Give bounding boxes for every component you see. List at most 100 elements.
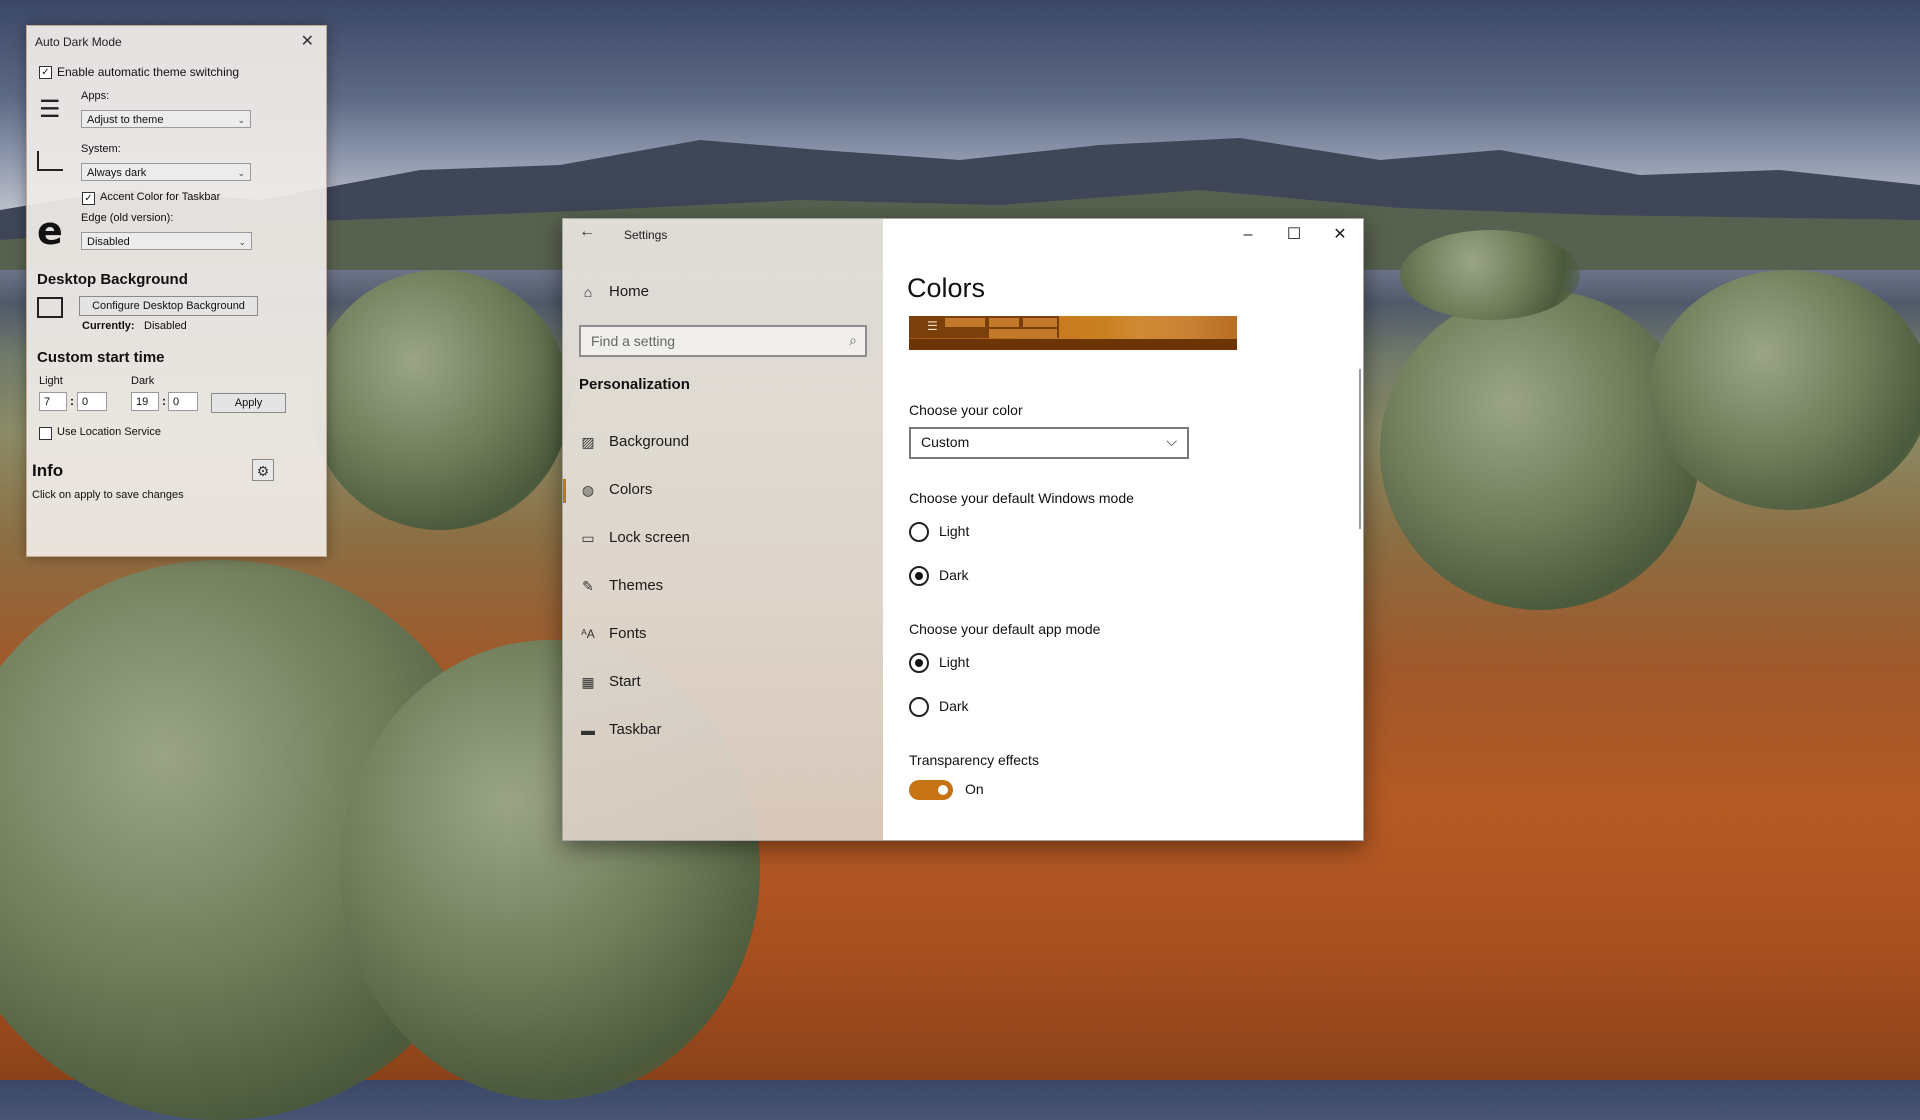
windows-mode-dark-radio[interactable] bbox=[909, 566, 929, 586]
nav-home[interactable]: ⌂ Home bbox=[563, 273, 883, 313]
nav-item-label: Taskbar bbox=[609, 721, 662, 738]
nav-item-taskbar[interactable]: ▬ Taskbar bbox=[563, 711, 883, 751]
preview-tile bbox=[989, 329, 1057, 338]
accent-taskbar-checkbox[interactable]: ✓ bbox=[82, 192, 95, 205]
currently-value: Disabled bbox=[144, 320, 187, 332]
settings-gear-icon[interactable]: ⚙ bbox=[252, 459, 274, 481]
window-title: Auto Dark Mode bbox=[35, 35, 122, 49]
nav-item-label: Lock screen bbox=[609, 529, 690, 546]
light-time-label: Light bbox=[39, 375, 63, 387]
choose-color-value: Custom bbox=[921, 434, 970, 450]
dark-minute-input[interactable]: 0 bbox=[168, 392, 198, 411]
nav-item-start[interactable]: ▦ Start bbox=[563, 663, 883, 703]
taskbar-icon: ▬ bbox=[581, 722, 595, 738]
nav-item-colors[interactable]: ◍ Colors bbox=[563, 471, 883, 511]
time-separator: : bbox=[162, 394, 166, 408]
nav-item-background[interactable]: ▨ Background bbox=[563, 423, 883, 463]
nav-home-label: Home bbox=[609, 283, 650, 300]
apps-combo[interactable]: Adjust to theme ⌄ bbox=[81, 110, 251, 128]
picture-icon bbox=[37, 297, 63, 318]
enable-switching-checkbox[interactable]: ✓ bbox=[39, 66, 52, 79]
olive-tree bbox=[310, 270, 570, 530]
time-separator: : bbox=[70, 394, 74, 408]
nav-section-heading: Personalization bbox=[579, 376, 690, 393]
olive-tree bbox=[1400, 230, 1580, 320]
light-minute-input[interactable]: 0 bbox=[77, 392, 107, 411]
olive-tree bbox=[1380, 290, 1700, 610]
dark-hour-input[interactable]: 19 bbox=[131, 392, 159, 411]
choose-color-label: Choose your color bbox=[909, 402, 1023, 418]
nav-item-label: Fonts bbox=[609, 625, 647, 642]
themes-icon: ✎ bbox=[582, 578, 594, 594]
chevron-down-icon: ⌄ bbox=[237, 168, 245, 178]
edge-combo[interactable]: Disabled ⌄ bbox=[81, 232, 252, 250]
preview-tile bbox=[1023, 318, 1057, 327]
accent-taskbar-label: Accent Color for Taskbar bbox=[100, 191, 221, 203]
chevron-down-icon: ⌵ bbox=[1166, 433, 1177, 449]
nav-item-fonts[interactable]: ᴬA Fonts bbox=[563, 615, 883, 655]
page-title: Colors bbox=[907, 273, 986, 303]
enable-switching-label: Enable automatic theme switching bbox=[57, 65, 240, 79]
system-combo-value: Always dark bbox=[87, 167, 147, 179]
home-icon: ⌂ bbox=[583, 284, 593, 300]
apps-label: Apps: bbox=[81, 90, 110, 102]
search-placeholder: Find a setting bbox=[591, 333, 676, 349]
custom-start-heading: Custom start time bbox=[37, 349, 165, 366]
transparency-label: Transparency effects bbox=[909, 752, 1039, 768]
image-icon: ▨ bbox=[581, 434, 595, 450]
nav-item-label: Colors bbox=[609, 481, 653, 498]
minimize-icon[interactable]: – bbox=[1225, 219, 1271, 251]
system-label: System: bbox=[81, 143, 121, 155]
windows-mode-light-label: Light bbox=[939, 523, 970, 539]
light-hour-input[interactable]: 7 bbox=[39, 392, 67, 411]
close-icon[interactable]: ✕ bbox=[1317, 219, 1363, 251]
find-setting-search[interactable]: Find a setting ⌕ bbox=[579, 325, 867, 357]
scrollbar[interactable] bbox=[1359, 369, 1361, 529]
fonts-icon: ᴬA bbox=[581, 627, 595, 641]
transparency-toggle[interactable] bbox=[909, 780, 953, 800]
maximize-icon[interactable]: ☐ bbox=[1271, 219, 1317, 251]
system-monitor-icon bbox=[37, 151, 63, 171]
configure-desktop-background-button[interactable]: Configure Desktop Background bbox=[79, 296, 258, 316]
search-icon: ⌕ bbox=[849, 332, 857, 348]
settings-nav-pane: ← Settings ⌂ Home Find a setting ⌕ Perso… bbox=[563, 219, 883, 840]
apps-list-icon: ☰ bbox=[39, 96, 61, 123]
preview-taskbar bbox=[909, 339, 1237, 350]
theme-preview: ☰ bbox=[909, 316, 1237, 350]
apps-combo-value: Adjust to theme bbox=[87, 114, 164, 126]
back-arrow-icon[interactable]: ← bbox=[579, 223, 595, 241]
chevron-down-icon: ⌄ bbox=[237, 115, 245, 125]
app-mode-dark-radio[interactable] bbox=[909, 697, 929, 717]
radio-selected-dot bbox=[915, 572, 923, 580]
windows-mode-light-radio[interactable] bbox=[909, 522, 929, 542]
app-mode-dark-label: Dark bbox=[939, 698, 969, 714]
app-mode-label: Choose your default app mode bbox=[909, 621, 1101, 637]
system-combo[interactable]: Always dark ⌄ bbox=[81, 163, 251, 181]
location-service-checkbox[interactable] bbox=[39, 427, 52, 440]
choose-color-dropdown[interactable]: Custom ⌵ bbox=[909, 427, 1189, 459]
edge-label: Edge (old version): bbox=[81, 212, 174, 224]
nav-item-label: Start bbox=[609, 673, 641, 690]
location-service-label: Use Location Service bbox=[57, 426, 161, 438]
app-mode-light-label: Light bbox=[939, 654, 970, 670]
olive-tree bbox=[1650, 270, 1920, 510]
currently-label: Currently: bbox=[82, 320, 135, 332]
apply-button[interactable]: Apply bbox=[211, 393, 286, 413]
windows-mode-dark-label: Dark bbox=[939, 567, 969, 583]
nav-item-label: Themes bbox=[609, 577, 664, 594]
palette-icon: ◍ bbox=[581, 482, 595, 498]
selection-indicator bbox=[563, 479, 566, 503]
close-icon[interactable]: ✕ bbox=[301, 31, 314, 51]
nav-item-themes[interactable]: ✎ Themes bbox=[563, 567, 883, 607]
auto-dark-mode-window: Auto Dark Mode ✕ ✓ Enable automatic them… bbox=[26, 25, 327, 557]
edge-logo-icon: e bbox=[37, 209, 63, 253]
toggle-knob bbox=[938, 785, 948, 795]
transparency-state: On bbox=[965, 781, 984, 797]
preview-menu-lines-icon: ☰ bbox=[927, 319, 938, 333]
nav-item-lock-screen[interactable]: ▭ Lock screen bbox=[563, 519, 883, 559]
lock-screen-icon: ▭ bbox=[581, 530, 595, 546]
settings-content-pane: – ☐ ✕ Colors ☰ Choose your color Custom … bbox=[883, 219, 1363, 840]
app-mode-light-radio[interactable] bbox=[909, 653, 929, 673]
settings-window: ← Settings ⌂ Home Find a setting ⌕ Perso… bbox=[562, 218, 1364, 841]
chevron-down-icon: ⌄ bbox=[238, 237, 246, 247]
